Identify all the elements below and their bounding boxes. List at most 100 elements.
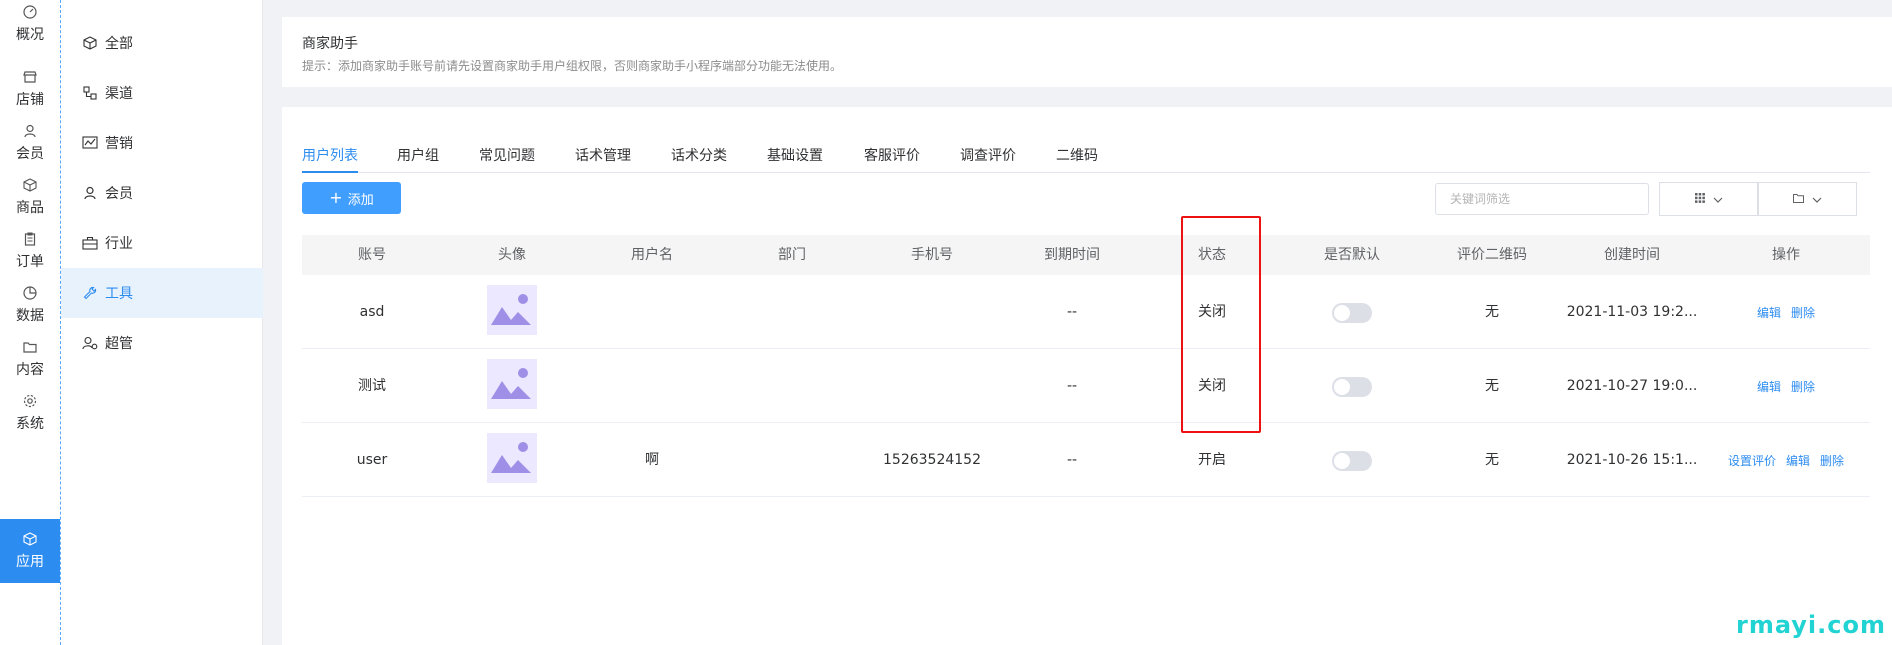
avatar-placeholder (487, 359, 537, 409)
rail-item-label: 应用 (16, 554, 44, 570)
cell-qrcode: 无 (1485, 378, 1499, 394)
table-row: user 啊 15263524152 -- 开启 无 2021-10-26 15… (302, 423, 1870, 497)
tab-faq[interactable]: 常见问题 (479, 145, 535, 173)
rail-item-overview[interactable]: 概况 (0, 0, 60, 56)
cell-username (582, 275, 722, 349)
cell-account: user (356, 452, 388, 468)
cell-qrcode: 无 (1485, 452, 1499, 468)
cube-icon (22, 531, 38, 547)
admin-icon (81, 334, 99, 352)
keyword-search-input[interactable] (1435, 183, 1649, 215)
add-button[interactable]: + 添加 (302, 182, 401, 214)
th-phone: 手机号 (911, 247, 953, 263)
folder-icon (22, 339, 38, 355)
rail-item-system[interactable]: 系统 (0, 381, 60, 445)
folder-icon (1793, 192, 1804, 206)
cell-status: 关闭 (1198, 378, 1226, 394)
cell-created: 2021-11-03 19:2... (1566, 304, 1698, 320)
user-table: 账号 头像 用户名 部门 手机号 到期时间 状态 是否默认 评价二维码 创建时间… (302, 235, 1870, 497)
default-toggle[interactable] (1332, 451, 1372, 471)
delete-link[interactable]: 删除 (1791, 304, 1815, 321)
user-icon (81, 184, 99, 202)
rail-item-label: 概况 (16, 27, 44, 43)
tab-basic-settings[interactable]: 基础设置 (767, 145, 823, 173)
column-settings-button[interactable] (1659, 182, 1758, 216)
avatar-placeholder (487, 433, 537, 483)
cell-department (722, 349, 862, 423)
cell-status: 开启 (1198, 452, 1226, 468)
submenu-item-label: 会员 (105, 186, 133, 202)
store-icon (22, 69, 38, 85)
clipboard-icon (22, 231, 38, 247)
chevron-down-icon (1713, 192, 1723, 206)
tab-script-manage[interactable]: 话术管理 (575, 145, 631, 173)
info-card: 商家助手 提示：添加商家助手账号前请先设置商家助手用户组权限，否则商家助手小程序… (282, 17, 1892, 87)
tab-survey-review[interactable]: 调查评价 (960, 145, 1016, 173)
cell-actions: 编辑 删除 (1702, 349, 1870, 423)
th-actions: 操作 (1772, 247, 1800, 263)
table-row: 测试 -- 关闭 无 2021-10-27 19:0... 编辑 删除 (302, 349, 1870, 423)
submenu-item-admin[interactable]: 超管 (61, 318, 263, 368)
table-row: asd -- 关闭 无 2021-11-03 19:2... 编辑 删除 (302, 275, 1870, 349)
submenu-item-tools[interactable]: 工具 (61, 268, 263, 318)
main-nav-rail: 概况 店铺 会员 商品 订单 数据 内容 系统 应用 (0, 0, 61, 645)
th-department: 部门 (778, 247, 806, 263)
rail-item-label: 商品 (16, 200, 44, 216)
submenu-item-member[interactable]: 会员 (61, 168, 263, 218)
tab-script-category[interactable]: 话术分类 (671, 145, 727, 173)
submenu-item-industry[interactable]: 行业 (61, 218, 263, 268)
rail-item-apps[interactable]: 应用 (0, 519, 60, 583)
cell-phone: 15263524152 (883, 452, 981, 468)
table-header: 账号 头像 用户名 部门 手机号 到期时间 状态 是否默认 评价二维码 创建时间… (302, 235, 1870, 275)
submenu-item-label: 营销 (105, 136, 133, 152)
edit-link[interactable]: 编辑 (1757, 378, 1781, 395)
submenu-item-channel[interactable]: 渠道 (61, 68, 263, 118)
edit-link[interactable]: 编辑 (1757, 304, 1781, 321)
submenu-item-marketing[interactable]: 营销 (61, 118, 263, 168)
watermark: rmayi.com (1735, 611, 1886, 639)
th-account: 账号 (358, 247, 386, 263)
chart-icon (81, 134, 99, 152)
cube-icon (22, 177, 38, 193)
th-username: 用户名 (631, 247, 673, 263)
submenu-item-all[interactable]: 全部 (61, 18, 263, 68)
edit-link[interactable]: 编辑 (1786, 452, 1810, 469)
plus-icon: + (329, 188, 343, 207)
tab-service-review[interactable]: 客服评价 (864, 145, 920, 173)
cell-created: 2021-10-26 15:1... (1566, 452, 1698, 468)
th-qrcode: 评价二维码 (1457, 247, 1527, 263)
gear-icon (22, 393, 38, 409)
pie-icon (22, 285, 38, 301)
rail-item-label: 订单 (16, 254, 44, 270)
rail-item-label: 内容 (16, 362, 44, 378)
set-review-link[interactable]: 设置评价 (1728, 452, 1776, 469)
cell-phone (862, 275, 1002, 349)
submenu-item-label: 全部 (105, 36, 133, 52)
cell-actions: 编辑 删除 (1702, 275, 1870, 349)
tab-user-list[interactable]: 用户列表 (302, 145, 358, 173)
tab-bar: 用户列表 用户组 常见问题 话术管理 话术分类 基础设置 客服评价 调查评价 二… (302, 135, 1870, 173)
sub-menu: 全部 渠道 营销 会员 行业 工具 超管 (61, 0, 263, 645)
delete-link[interactable]: 删除 (1791, 378, 1815, 395)
wrench-icon (81, 284, 99, 302)
rail-item-label: 店铺 (16, 92, 44, 108)
rail-item-label: 数据 (16, 308, 44, 324)
cell-username: 啊 (645, 452, 659, 468)
delete-link[interactable]: 删除 (1820, 452, 1844, 469)
default-toggle[interactable] (1332, 377, 1372, 397)
cell-expire: -- (1066, 452, 1078, 468)
default-toggle[interactable] (1332, 303, 1372, 323)
cell-department (722, 275, 862, 349)
th-created: 创建时间 (1604, 247, 1660, 263)
export-button[interactable] (1758, 182, 1857, 216)
th-avatar: 头像 (498, 247, 526, 263)
channel-icon (81, 84, 99, 102)
add-button-label: 添加 (347, 192, 374, 208)
submenu-item-label: 超管 (105, 336, 133, 352)
info-hint: 提示：添加商家助手账号前请先设置商家助手用户组权限，否则商家助手小程序端部分功能… (302, 59, 843, 73)
tab-user-group[interactable]: 用户组 (397, 145, 439, 173)
rail-item-label: 会员 (16, 146, 44, 162)
cell-account: asd (359, 304, 385, 320)
cube-icon (81, 34, 99, 52)
tab-qrcode[interactable]: 二维码 (1056, 145, 1098, 173)
